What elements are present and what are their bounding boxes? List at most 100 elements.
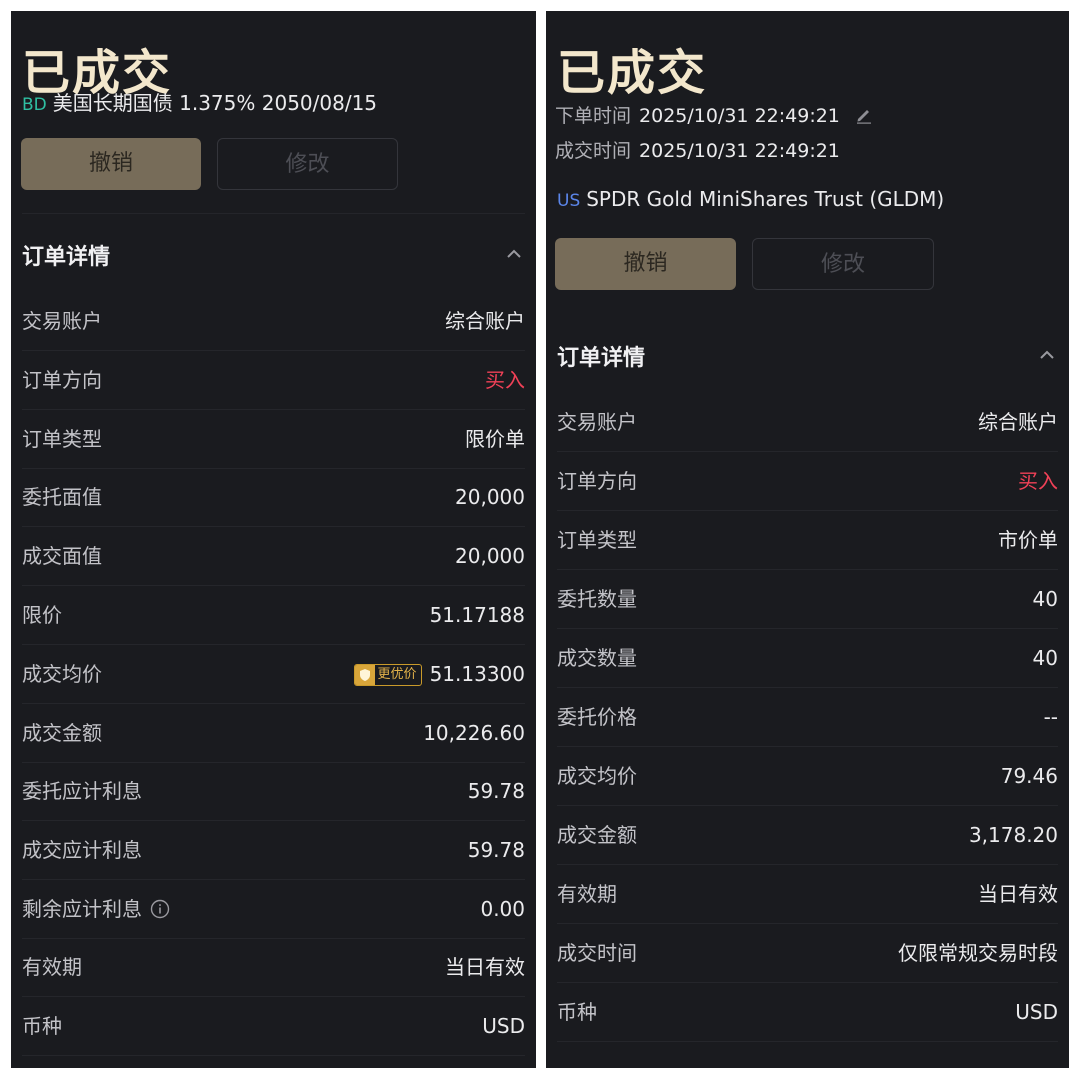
detail-row: 成交应计利息 59.78: [22, 821, 525, 880]
detail-row: 币种 USD: [557, 983, 1058, 1042]
shield-icon: [354, 665, 375, 685]
order-time-row: 下单时间 2025/10/31 22:49:21: [555, 101, 874, 128]
row-label: 成交金额: [22, 721, 102, 745]
info-icon[interactable]: [150, 899, 170, 919]
security-line: US SPDR Gold MiniShares Trust (GLDM): [557, 187, 944, 211]
detail-row: 交易账户 综合账户: [557, 393, 1058, 452]
row-label: 币种: [557, 1000, 597, 1024]
detail-row: 成交均价 更优价 51.13300: [22, 645, 525, 704]
chevron-up-icon[interactable]: [505, 245, 523, 263]
detail-row: 成交时间 仅限常规交易时段: [557, 924, 1058, 983]
row-label: 有效期: [22, 955, 82, 979]
row-value: 10,226.60: [423, 721, 525, 745]
detail-row: 币种 USD: [22, 997, 525, 1056]
row-value: 79.46: [1000, 764, 1058, 788]
order-time-value: 2025/10/31 22:49:21: [639, 105, 840, 127]
detail-row: 订单方向 买入: [22, 351, 525, 410]
order-details-header[interactable]: 订单详情: [557, 336, 1058, 376]
detail-row: 有效期 当日有效: [22, 938, 525, 997]
cancel-order-button[interactable]: 撤销: [555, 238, 736, 290]
pencil-icon[interactable]: [854, 105, 874, 125]
row-label: 订单类型: [557, 528, 637, 552]
row-value: 0.00: [480, 897, 525, 921]
modify-order-button[interactable]: 修改: [752, 238, 934, 290]
row-value: 市价单: [998, 528, 1058, 552]
detail-row: 成交均价 79.46: [557, 747, 1058, 806]
row-value: 买入: [1018, 469, 1058, 493]
security-name: SPDR Gold MiniShares Trust (GLDM): [586, 187, 945, 211]
market-badge: BD: [22, 95, 47, 115]
row-value-group: 更优价 51.13300: [353, 645, 525, 703]
row-label: 成交面值: [22, 544, 102, 568]
row-label: 币种: [22, 1014, 62, 1038]
detail-row: 成交金额 10,226.60: [22, 704, 525, 763]
divider: [22, 213, 525, 214]
row-label: 委托面值: [22, 485, 102, 509]
detail-row: 委托价格 --: [557, 688, 1058, 747]
row-label: 限价: [22, 603, 62, 627]
row-value: 40: [1032, 646, 1058, 670]
row-label-group: 剩余应计利息: [22, 880, 170, 938]
row-value: 限价单: [465, 427, 525, 451]
row-label: 订单方向: [22, 368, 102, 392]
row-value: 20,000: [455, 544, 525, 568]
row-value: 59.78: [467, 779, 525, 803]
row-label: 委托价格: [557, 705, 637, 729]
badge-text: 更优价: [377, 667, 417, 682]
fill-time-label: 成交时间: [555, 140, 632, 162]
detail-row: 剩余应计利息 0.00: [22, 880, 525, 939]
detail-row: 委托应计利息 59.78: [22, 762, 525, 821]
detail-row: 订单类型 限价单: [22, 410, 525, 469]
order-status-title: 已成交: [557, 45, 708, 101]
row-value: USD: [482, 1014, 525, 1038]
row-label: 成交均价: [22, 662, 102, 686]
row-value: 当日有效: [445, 955, 525, 979]
left-order-panel: 已成交 BD 美国长期国债 1.375% 2050/08/15 撤销 修改 订单详…: [11, 11, 536, 1068]
security-name: 美国长期国债 1.375% 2050/08/15: [52, 91, 378, 115]
detail-row: 成交面值 20,000: [22, 527, 525, 586]
chevron-up-icon[interactable]: [1038, 346, 1056, 364]
detail-row: 委托面值 20,000: [22, 468, 525, 527]
row-value: USD: [1015, 1000, 1058, 1024]
section-title: 订单详情: [557, 346, 646, 371]
row-label: 成交均价: [557, 764, 637, 788]
row-value: --: [1043, 705, 1058, 729]
cancel-order-button[interactable]: 撤销: [21, 138, 201, 190]
detail-row: 订单方向 买入: [557, 452, 1058, 511]
row-value: 当日有效: [978, 882, 1058, 906]
detail-row: 委托数量 40: [557, 570, 1058, 629]
row-value: 59.78: [467, 838, 525, 862]
row-label: 交易账户: [557, 410, 637, 434]
detail-row: 成交数量 40: [557, 629, 1058, 688]
section-title: 订单详情: [22, 245, 111, 270]
row-label: 订单方向: [557, 469, 637, 493]
better-price-badge: 更优价: [353, 664, 422, 686]
row-value: 仅限常规交易时段: [898, 941, 1058, 965]
row-label: 成交金额: [557, 823, 637, 847]
row-label: 成交时间: [557, 941, 637, 965]
row-value: 综合账户: [978, 410, 1058, 434]
row-label: 成交数量: [557, 646, 637, 670]
order-time-label: 下单时间: [555, 105, 632, 127]
row-label: 成交应计利息: [22, 838, 142, 862]
row-value: 买入: [485, 368, 525, 392]
row-label: 委托应计利息: [22, 779, 142, 803]
row-value: 3,178.20: [968, 823, 1058, 847]
security-line: BD 美国长期国债 1.375% 2050/08/15: [22, 87, 377, 116]
row-label: 有效期: [557, 882, 617, 906]
detail-row: 有效期 当日有效: [557, 865, 1058, 924]
order-details-header[interactable]: 订单详情: [22, 235, 525, 275]
row-value: 综合账户: [445, 309, 525, 333]
row-label: 订单类型: [22, 427, 102, 451]
row-label: 剩余应计利息: [22, 897, 142, 921]
row-value: 20,000: [455, 485, 525, 509]
detail-row: 成交金额 3,178.20: [557, 806, 1058, 865]
detail-row: 交易账户 综合账户: [22, 292, 525, 351]
row-label: 委托数量: [557, 587, 637, 611]
row-value: 51.13300: [429, 662, 525, 686]
fill-time-row: 成交时间 2025/10/31 22:49:21: [555, 136, 840, 163]
modify-order-button[interactable]: 修改: [217, 138, 398, 190]
row-value: 51.17188: [429, 603, 525, 627]
row-label: 交易账户: [22, 309, 102, 333]
detail-row: 限价 51.17188: [22, 586, 525, 645]
